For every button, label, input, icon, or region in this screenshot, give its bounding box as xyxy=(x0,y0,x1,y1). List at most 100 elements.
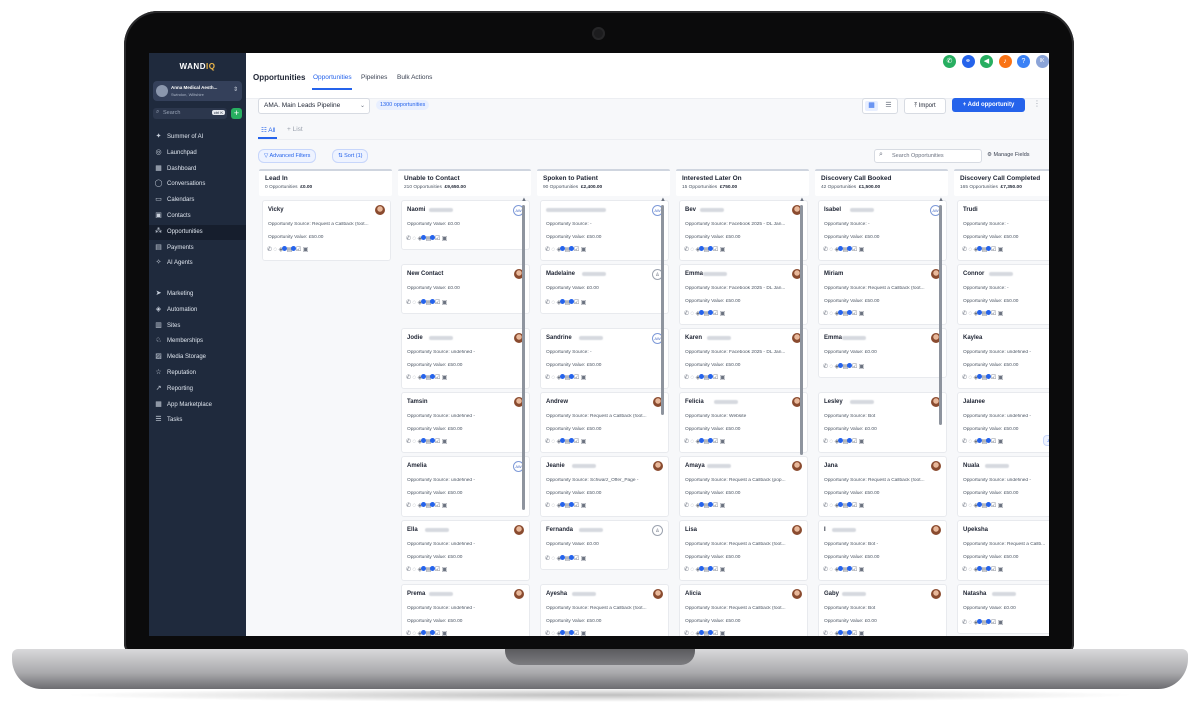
opportunity-card[interactable]: Emma Opportunity Value: £0.00 ✆◌◈▤☑▣ xyxy=(818,328,947,378)
opportunity-card[interactable]: Emma Opportunity Source: Facebook 2025 - … xyxy=(679,264,808,325)
help-icon[interactable]: ? xyxy=(1017,55,1030,68)
sidebar-item-conversations[interactable]: ◯ Conversations xyxy=(149,177,246,192)
phone-icon[interactable]: ✆ xyxy=(943,55,956,68)
task-icon[interactable]: ☑ xyxy=(991,247,998,253)
opportunity-card[interactable]: Miriam Opportunity Source: Request a Call… xyxy=(818,264,947,325)
sidebar-item-launchpad[interactable]: ◎ Launchpad xyxy=(149,146,246,161)
task-icon[interactable]: ☑ xyxy=(713,375,720,381)
appointment-date-badge[interactable]: Jul 11th, 1... xyxy=(1043,435,1049,446)
calendar-icon[interactable]: ▣ xyxy=(859,247,866,253)
calendar-icon[interactable]: ▣ xyxy=(998,567,1005,573)
task-icon[interactable]: ☑ xyxy=(574,439,581,445)
sidebar-item-memberships[interactable]: ♘ Memberships xyxy=(149,334,246,349)
task-icon[interactable]: ☑ xyxy=(991,375,998,381)
sidebar-item-opportunities[interactable]: ⁂ Opportunities xyxy=(149,224,246,240)
column-scrollbar[interactable] xyxy=(939,205,942,425)
opportunity-card[interactable]: Ayesha Opportunity Source: Request a Call… xyxy=(540,584,669,636)
scroll-up-icon[interactable]: ▲ xyxy=(938,197,944,203)
scroll-up-icon[interactable]: ▲ xyxy=(799,197,805,203)
tab-bulk-actions[interactable]: Bulk Actions xyxy=(397,74,432,81)
task-icon[interactable]: ☑ xyxy=(991,503,998,509)
subtab-add-list[interactable]: + List xyxy=(287,126,303,133)
assignee-avatar[interactable] xyxy=(792,461,802,471)
sidebar-search[interactable]: ⌕ Search ctrl K xyxy=(153,108,227,119)
opportunity-card[interactable]: Jalanee Opportunity Source: undefined - Op… xyxy=(957,392,1049,453)
task-icon[interactable]: ☑ xyxy=(991,439,998,445)
calendar-icon[interactable]: ▣ xyxy=(442,503,449,509)
task-icon[interactable]: ☑ xyxy=(713,503,720,509)
task-icon[interactable]: ☑ xyxy=(852,567,859,573)
calendar-icon[interactable]: ▣ xyxy=(859,503,866,509)
opportunity-card[interactable]: Vicky Opportunity Source: Request a Callb… xyxy=(262,200,391,261)
calendar-icon[interactable]: ▣ xyxy=(720,311,727,317)
assignee-avatar[interactable] xyxy=(375,205,385,215)
column-scrollbar[interactable] xyxy=(800,205,803,455)
opportunity-card[interactable]: Nuala Opportunity Source: undefined - Oppo… xyxy=(957,456,1049,517)
task-icon[interactable]: ☑ xyxy=(852,364,859,370)
column-scrollbar[interactable] xyxy=(661,205,664,415)
task-icon[interactable]: ☑ xyxy=(852,503,859,509)
task-icon[interactable]: ☑ xyxy=(574,375,581,381)
opportunity-card[interactable]: Prema Opportunity Source: undefined - Oppo… xyxy=(401,584,530,636)
task-icon[interactable]: ☑ xyxy=(852,439,859,445)
opportunity-card[interactable]: Trudi Opportunity Source: - Opportunity Va… xyxy=(957,200,1049,261)
opportunity-card[interactable]: Ella Opportunity Source: undefined - Oppor… xyxy=(401,520,530,581)
opportunity-card[interactable]: Upeksha Opportunity Source: Request a Cal… xyxy=(957,520,1049,581)
calendar-icon[interactable]: ▣ xyxy=(859,311,866,317)
opportunity-card[interactable]: New Contact Opportunity Value: £0.00 ✆◌◈▤☑… xyxy=(401,264,530,314)
opportunity-card[interactable]: Felicia Opportunity Source: Website Opport… xyxy=(679,392,808,453)
calendar-icon[interactable]: ▣ xyxy=(998,375,1005,381)
calendar-icon[interactable]: ▣ xyxy=(720,375,727,381)
calendar-icon[interactable]: ▣ xyxy=(998,439,1005,445)
calendar-icon[interactable]: ▣ xyxy=(998,620,1005,626)
opportunity-card[interactable]: Jeanie Opportunity Source: Schwarz_Offer_… xyxy=(540,456,669,517)
assignee-avatar[interactable] xyxy=(514,589,524,599)
calendar-icon[interactable]: ▣ xyxy=(859,631,866,636)
task-icon[interactable]: ☑ xyxy=(713,247,720,253)
opportunity-card[interactable]: Andrew Opportunity Source: Request a Call… xyxy=(540,392,669,453)
calendar-icon[interactable]: ▣ xyxy=(581,556,588,562)
calendar-icon[interactable]: ▣ xyxy=(720,567,727,573)
task-icon[interactable]: ☑ xyxy=(852,311,859,317)
calendar-icon[interactable]: ▣ xyxy=(581,375,588,381)
task-icon[interactable]: ☑ xyxy=(713,631,720,636)
calendar-icon[interactable]: ▣ xyxy=(442,300,449,306)
sidebar-item-app-marketplace[interactable]: ▦ App Marketplace xyxy=(149,398,246,413)
calendar-icon[interactable]: ▣ xyxy=(581,247,588,253)
task-icon[interactable]: ☑ xyxy=(435,503,442,509)
opportunity-card[interactable]: Bev Opportunity Source: Facebook 2025 - D… xyxy=(679,200,808,261)
task-icon[interactable]: ☑ xyxy=(574,556,581,562)
assignee-avatar[interactable] xyxy=(792,525,802,535)
quick-add-button[interactable]: + xyxy=(231,108,242,119)
sidebar-item-reporting[interactable]: ↗ Reporting xyxy=(149,382,246,397)
calendar-icon[interactable]: ▣ xyxy=(581,503,588,509)
assignee-avatar[interactable] xyxy=(931,525,941,535)
sidebar-item-dashboard[interactable]: ▦ Dashboard xyxy=(149,162,246,177)
opportunity-card[interactable]: NaomiAWOpportunity Value: £0.00✆◌◈▤☑▣ xyxy=(401,200,530,250)
opportunity-card[interactable]: Karen Opportunity Source: Facebook 2025 -… xyxy=(679,328,808,389)
opportunity-card[interactable]: Gaby Opportunity Source: Bot Opportunity V… xyxy=(818,584,947,636)
task-icon[interactable]: ☑ xyxy=(296,247,303,253)
user-avatar-icon[interactable]: IK xyxy=(1035,55,1049,68)
column-scrollbar[interactable] xyxy=(522,205,525,510)
calendar-icon[interactable]: ▣ xyxy=(303,247,310,253)
opportunity-card[interactable]: Jodie Opportunity Source: undefined - Oppo… xyxy=(401,328,530,389)
sidebar-item-sites[interactable]: ▥ Sites xyxy=(149,319,246,334)
opportunity-card[interactable]: Madelaine♙Opportunity Value: £0.00✆◌◈▤☑▣ xyxy=(540,264,669,314)
calendar-icon[interactable]: ▣ xyxy=(581,439,588,445)
list-view-icon[interactable]: ☰ xyxy=(882,101,895,111)
assignee-avatar[interactable] xyxy=(792,589,802,599)
task-icon[interactable]: ☑ xyxy=(435,439,442,445)
sidebar-item-reputation[interactable]: ☆ Reputation xyxy=(149,366,246,381)
task-icon[interactable]: ☑ xyxy=(991,311,998,317)
calendar-icon[interactable]: ▣ xyxy=(442,567,449,573)
add-opportunity-button[interactable]: + Add opportunity xyxy=(952,98,1025,112)
assignee-avatar[interactable] xyxy=(514,525,524,535)
sidebar-item-contacts[interactable]: ▣ Contacts xyxy=(149,209,246,224)
sidebar-item-calendars[interactable]: ▭ Calendars xyxy=(149,193,246,208)
task-icon[interactable]: ☑ xyxy=(435,567,442,573)
assignee-avatar[interactable] xyxy=(653,461,663,471)
manage-fields-button[interactable]: ⚙ Manage Fields xyxy=(987,152,1030,158)
task-icon[interactable]: ☑ xyxy=(991,620,998,626)
calendar-icon[interactable]: ▣ xyxy=(998,311,1005,317)
